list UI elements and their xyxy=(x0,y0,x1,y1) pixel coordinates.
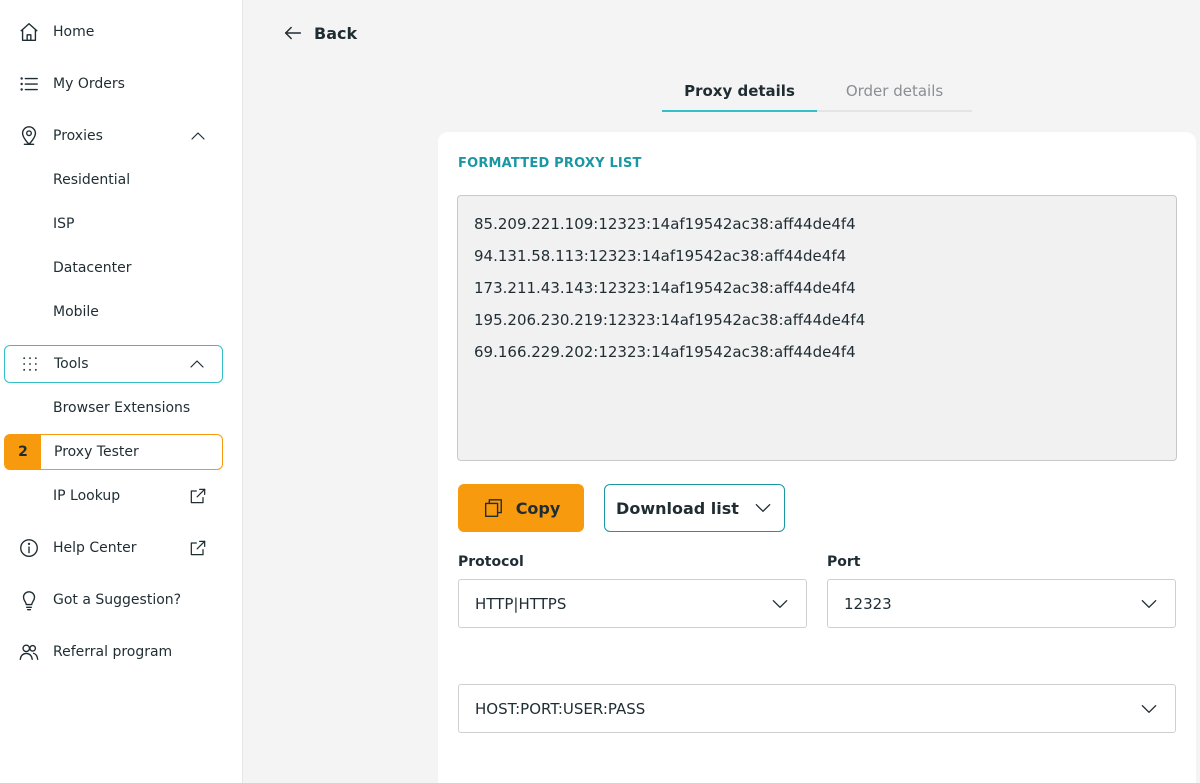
sidebar-item-label: Help Center xyxy=(53,540,137,556)
sidebar-subitem-datacenter[interactable]: Datacenter xyxy=(4,250,223,286)
proxy-line: 195.206.230.219:12323:14af19542ac38:aff4… xyxy=(474,311,866,329)
back-label: Back xyxy=(314,23,358,43)
chevron-down-icon xyxy=(1139,699,1159,719)
tab-proxy-details[interactable]: Proxy details xyxy=(662,72,817,112)
download-label: Download list xyxy=(616,498,739,518)
sidebar-subitem-label: Residential xyxy=(53,172,131,188)
sidebar-item-proxies[interactable]: Proxies xyxy=(4,117,223,155)
port-value: 12323 xyxy=(844,594,892,613)
sidebar-subitem-label: Mobile xyxy=(53,304,99,320)
info-icon xyxy=(17,536,41,560)
protocol-select[interactable]: HTTP|HTTPS xyxy=(458,579,807,628)
chevron-up-icon[interactable] xyxy=(187,125,209,147)
chevron-down-icon xyxy=(1139,594,1159,614)
chevron-up-icon[interactable] xyxy=(186,353,208,375)
sidebar-item-label: Home xyxy=(53,24,95,40)
step-badge: 2 xyxy=(5,434,41,470)
sidebar-item-my-orders[interactable]: My Orders xyxy=(4,65,223,103)
proxy-line: 69.166.229.202:12323:14af19542ac38:aff44… xyxy=(474,343,856,361)
location-pin-icon xyxy=(17,124,41,148)
tab-order-details[interactable]: Order details xyxy=(817,72,972,110)
sidebar-item-tools[interactable]: Tools xyxy=(4,345,223,383)
sidebar-subitem-label: Browser Extensions xyxy=(53,400,191,416)
lightbulb-icon xyxy=(17,588,41,612)
sidebar-item-referral[interactable]: Referral program xyxy=(4,633,223,671)
sidebar-item-home[interactable]: Home xyxy=(4,13,223,51)
sidebar-item-label: Referral program xyxy=(53,644,173,660)
grid-dots-icon xyxy=(18,352,42,376)
users-icon xyxy=(17,640,41,664)
port-select[interactable]: 12323 xyxy=(827,579,1176,628)
detail-tabs: Proxy details Order details xyxy=(662,72,972,112)
copy-button[interactable]: Copy xyxy=(458,484,584,532)
sidebar-subitem-label: Proxy Tester xyxy=(54,444,139,460)
sidebar-subitem-label: Datacenter xyxy=(53,260,132,276)
external-link-icon xyxy=(187,485,209,507)
section-title: FORMATTED PROXY LIST xyxy=(458,156,642,171)
arrow-left-icon xyxy=(282,22,304,44)
proxy-line: 94.131.58.113:12323:14af19542ac38:aff44d… xyxy=(474,247,847,265)
download-list-button[interactable]: Download list xyxy=(604,484,785,532)
sidebar-subitem-isp[interactable]: ISP xyxy=(4,206,223,242)
sidebar-item-suggestion[interactable]: Got a Suggestion? xyxy=(4,581,223,619)
list-icon xyxy=(17,72,41,96)
sidebar-subitem-ip-lookup[interactable]: IP Lookup xyxy=(4,478,223,514)
sidebar-subitem-browser-extensions[interactable]: Browser Extensions xyxy=(4,390,223,426)
sidebar-item-label: Tools xyxy=(54,356,89,372)
proxy-list-textarea[interactable]: 85.209.221.109:12323:14af19542ac38:aff44… xyxy=(457,195,1177,461)
chevron-down-icon xyxy=(753,498,773,518)
sidebar-item-label: My Orders xyxy=(53,76,125,92)
proxy-details-card: FORMATTED PROXY LIST 85.209.221.109:1232… xyxy=(438,132,1196,783)
format-select[interactable]: HOST:PORT:USER:PASS xyxy=(458,684,1176,733)
copy-label: Copy xyxy=(515,498,561,518)
format-value: HOST:PORT:USER:PASS xyxy=(475,699,646,718)
sidebar-subitem-proxy-tester[interactable]: 2 Proxy Tester xyxy=(4,434,223,470)
chevron-down-icon xyxy=(770,594,790,614)
port-label: Port xyxy=(827,554,861,570)
external-link-icon xyxy=(187,537,209,559)
sidebar-item-label: Proxies xyxy=(53,128,103,144)
sidebar-subitem-mobile[interactable]: Mobile xyxy=(4,294,223,330)
sidebar-subitem-label: ISP xyxy=(53,216,75,232)
sidebar: Home My Orders Proxies Residential ISP D… xyxy=(0,0,243,783)
proxy-line: 173.211.43.143:12323:14af19542ac38:aff44… xyxy=(474,279,856,297)
sidebar-item-help-center[interactable]: Help Center xyxy=(4,529,223,567)
protocol-label: Protocol xyxy=(458,554,524,570)
sidebar-subitem-label: IP Lookup xyxy=(53,488,121,504)
home-icon xyxy=(17,20,41,44)
sidebar-subitem-residential[interactable]: Residential xyxy=(4,162,223,198)
protocol-value: HTTP|HTTPS xyxy=(475,594,567,613)
sidebar-item-label: Got a Suggestion? xyxy=(53,592,182,608)
back-button[interactable]: Back xyxy=(282,22,357,44)
copy-icon xyxy=(482,497,504,519)
proxy-line: 85.209.221.109:12323:14af19542ac38:aff44… xyxy=(474,215,856,233)
